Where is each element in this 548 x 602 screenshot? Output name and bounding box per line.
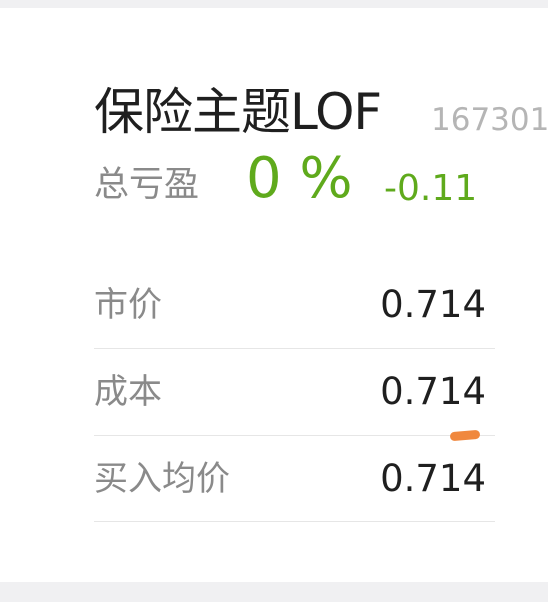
row-divider <box>94 521 495 522</box>
average-buy-price-row: 买入均价 0.714 <box>94 436 494 522</box>
profit-loss-label: 总亏盈 <box>94 165 200 205</box>
profit-loss-percent: 0 % <box>246 146 353 211</box>
market-price-value: 0.714 <box>380 283 486 326</box>
average-buy-price-value: 0.714 <box>380 457 486 500</box>
cost-value: 0.714 <box>380 370 486 413</box>
average-buy-price-label: 买入均价 <box>94 459 230 499</box>
cost-label: 成本 <box>94 372 162 412</box>
fund-card: 保险主题LOF 167301 总亏盈 0 % -0.11 市价 0.714 成本… <box>0 8 548 582</box>
market-price-row: 市价 0.714 <box>94 262 494 348</box>
cost-row: 成本 0.714 <box>94 349 494 435</box>
market-price-label: 市价 <box>94 285 162 325</box>
profit-loss-amount: -0.11 <box>384 168 478 209</box>
fund-name: 保险主题LOF <box>94 83 382 141</box>
fund-code: 167301 <box>431 102 548 138</box>
